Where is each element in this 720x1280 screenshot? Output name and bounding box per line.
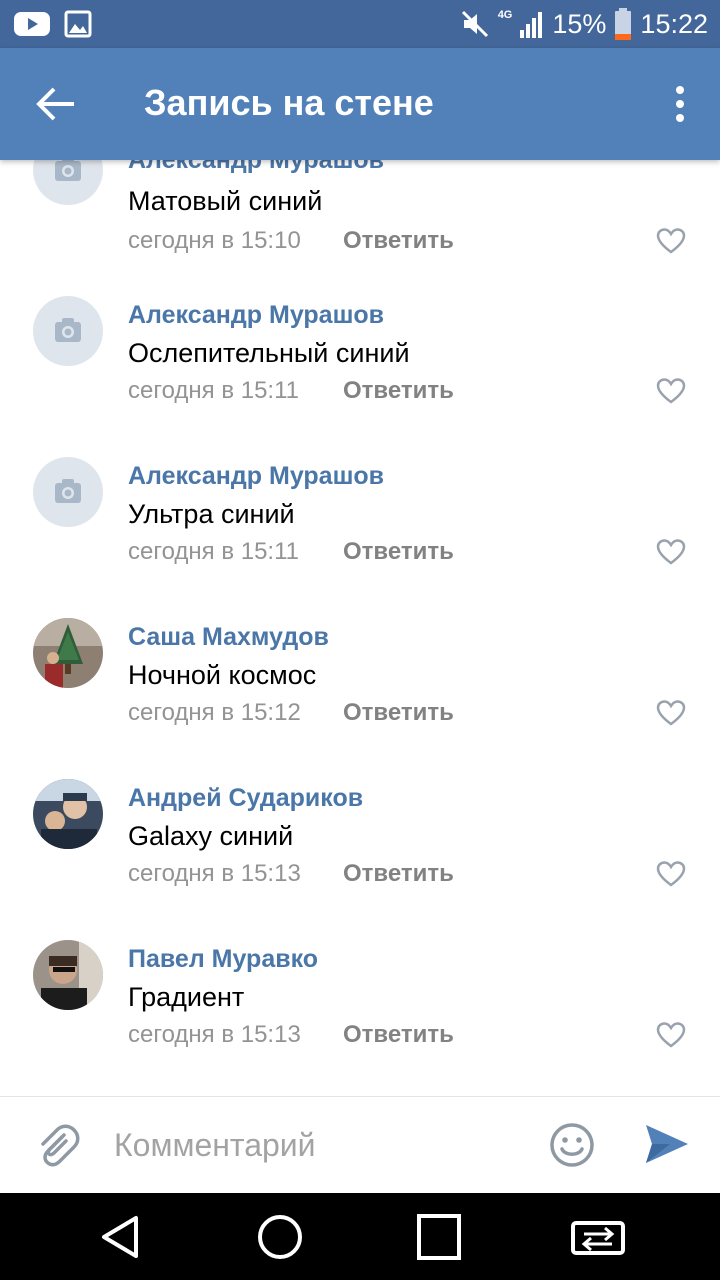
- reply-button[interactable]: Ответить: [343, 1021, 454, 1049]
- comment-list[interactable]: Александр Мурашов Матовый синий сегодня …: [0, 160, 720, 1096]
- nav-back-button[interactable]: [98, 1213, 148, 1261]
- nav-home-button[interactable]: [255, 1213, 305, 1261]
- gallery-icon: [64, 10, 92, 38]
- battery-percent: 15%: [552, 8, 607, 39]
- status-bar: 4G 15% 15:22: [0, 0, 720, 48]
- send-icon: [646, 1125, 688, 1163]
- mute-icon: [461, 10, 488, 38]
- nav-recents-button[interactable]: [414, 1213, 464, 1261]
- clock: 15:22: [640, 8, 708, 39]
- back-arrow-icon: [36, 87, 74, 121]
- comment-item: Андрей Судариков Galaxy синий сегодня в …: [0, 654, 720, 887]
- comment-author[interactable]: Александр Мурашов: [128, 462, 384, 491]
- attach-icon: [41, 1124, 80, 1167]
- emoji-button[interactable]: [548, 1121, 596, 1169]
- profile-photo: [33, 940, 103, 1010]
- heart-icon: [656, 1022, 686, 1048]
- comment-item: Александр Мурашов Ослепительный синий се…: [0, 171, 720, 404]
- comment-author[interactable]: Саша Махмудов: [128, 623, 329, 652]
- comment-item: Саша Махмудов Ночной космос сегодня в 15…: [0, 493, 720, 726]
- more-options-button[interactable]: [670, 84, 690, 124]
- comment-item: Павел Муравко Градиент сегодня в 15:13 О…: [0, 815, 720, 1048]
- comment-text: Градиент: [128, 982, 245, 1012]
- back-button[interactable]: [34, 84, 78, 124]
- avatar[interactable]: [33, 940, 103, 1010]
- nav-back-icon: [102, 1216, 138, 1258]
- page-title: Запись на стене: [144, 82, 434, 123]
- comment-author[interactable]: Александр Мурашов: [128, 301, 384, 330]
- comment-input[interactable]: [114, 1117, 534, 1173]
- nav-switch-icon: [571, 1221, 625, 1255]
- attach-button[interactable]: [34, 1121, 80, 1169]
- send-button[interactable]: [644, 1121, 690, 1167]
- network-label: 4G: [497, 9, 513, 21]
- nav-recents-icon: [417, 1214, 461, 1260]
- comment-time: сегодня в 15:13: [128, 1021, 301, 1048]
- battery-icon: [615, 8, 632, 40]
- system-nav-bar: [0, 1193, 720, 1280]
- more-vertical-icon: [676, 86, 684, 122]
- comment-item: Александр Мурашов Ультра синий сегодня в…: [0, 332, 720, 565]
- comment-author[interactable]: Павел Муравко: [128, 945, 318, 974]
- comment-item: Александр Мурашов Матовый синий сегодня …: [0, 160, 720, 254]
- youtube-icon: [14, 12, 50, 36]
- app-toolbar: Запись на стене: [0, 48, 720, 160]
- nav-home-icon: [258, 1215, 302, 1259]
- comment-author[interactable]: Андрей Судариков: [128, 784, 363, 813]
- signal-icon: [520, 12, 543, 38]
- comment-composer: [0, 1096, 720, 1194]
- like-button[interactable]: [656, 1021, 686, 1049]
- nav-switch-button[interactable]: [570, 1213, 625, 1261]
- emoji-icon: [550, 1123, 594, 1167]
